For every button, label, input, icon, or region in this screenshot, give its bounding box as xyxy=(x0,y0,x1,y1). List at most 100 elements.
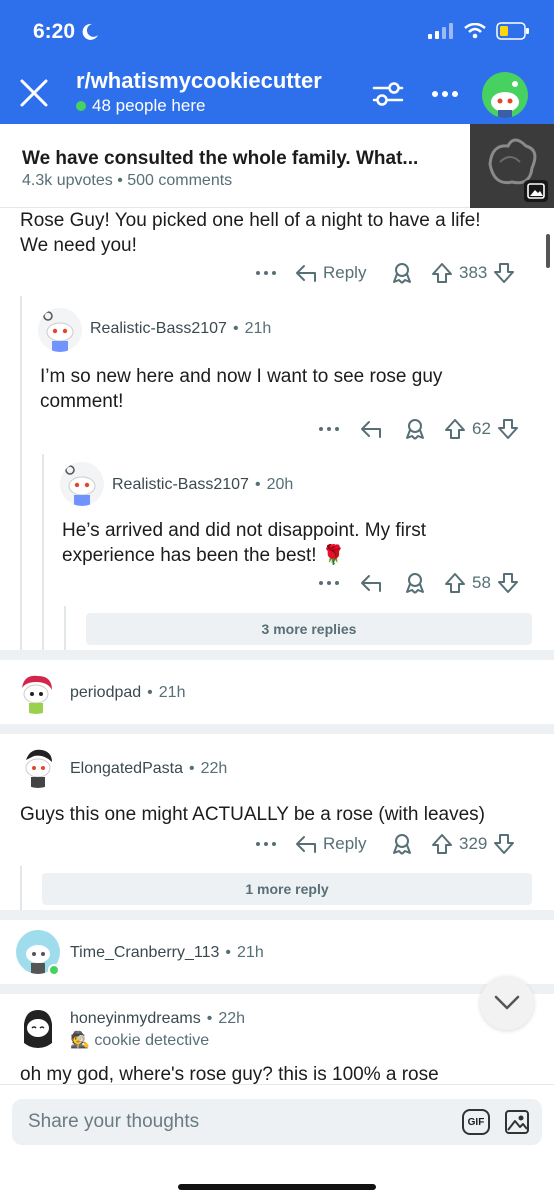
chevron-down-icon xyxy=(494,995,520,1010)
upvote-icon[interactable] xyxy=(431,833,453,855)
user-flair: 🕵️ cookie detective xyxy=(70,1032,210,1049)
upvote-icon[interactable] xyxy=(431,262,453,284)
comment-actions: Reply 329 xyxy=(255,833,515,855)
downvote-icon[interactable] xyxy=(493,262,515,284)
thread-line[interactable] xyxy=(64,606,66,656)
award-button[interactable] xyxy=(391,833,431,855)
upvote-icon[interactable] xyxy=(444,572,466,594)
ellipsis-icon xyxy=(256,842,276,846)
comment-author[interactable]: Realistic-Bass2107 xyxy=(112,476,249,494)
close-icon xyxy=(20,79,48,107)
reply-arrow-icon xyxy=(361,575,381,592)
more-options-button[interactable] xyxy=(427,76,463,112)
status-icons xyxy=(428,22,530,40)
comment-more-button[interactable] xyxy=(255,270,295,276)
comment-author[interactable]: periodpad xyxy=(70,684,141,702)
upvote-count: 4.3k upvotes xyxy=(22,172,113,189)
thread-separator xyxy=(0,910,554,920)
post-title: We have consulted the whole family. What… xyxy=(22,148,419,169)
thread-line[interactable] xyxy=(42,454,44,656)
comment-age: 21h xyxy=(244,320,272,337)
comment-age: 21h xyxy=(158,684,186,701)
comment-body: Guys this one might ACTUALLY be a rose (… xyxy=(20,804,486,825)
image-badge-icon xyxy=(524,180,548,202)
comment-more-button[interactable] xyxy=(255,841,295,847)
comment-actions: 58 xyxy=(318,572,519,594)
comment-more-button[interactable] xyxy=(318,580,360,586)
avatar[interactable] xyxy=(60,462,104,506)
ellipsis-icon xyxy=(432,91,458,97)
post-thumbnail[interactable] xyxy=(470,124,554,208)
comment-more-button[interactable] xyxy=(318,426,360,432)
post-summary[interactable]: We have consulted the whole family. What… xyxy=(0,124,554,208)
vote-controls: 62 xyxy=(444,418,519,440)
award-icon xyxy=(406,419,424,440)
home-indicator[interactable] xyxy=(178,1184,376,1190)
vote-controls: 383 xyxy=(431,262,515,284)
comment-author-row: Realistic-Bass2107 • 20h xyxy=(112,476,294,494)
comment-age: 20h xyxy=(266,476,294,493)
image-icon xyxy=(505,1110,529,1134)
thread-separator xyxy=(0,724,554,734)
user-avatar[interactable] xyxy=(482,72,528,118)
snoo-avatar-icon xyxy=(25,749,52,788)
comment-author[interactable]: honeyinmydreams xyxy=(70,1010,201,1028)
sliders-icon xyxy=(372,82,404,106)
award-icon xyxy=(393,834,411,855)
ellipsis-icon xyxy=(256,271,276,275)
avatar[interactable] xyxy=(16,744,60,788)
avatar[interactable] xyxy=(38,308,82,352)
comment-count: 500 comments xyxy=(127,172,233,189)
downvote-icon[interactable] xyxy=(497,572,519,594)
comment-actions: 62 xyxy=(318,418,519,440)
subreddit-name[interactable]: r/whatismycookiecutter xyxy=(76,68,322,94)
snoo-avatar-icon xyxy=(24,1010,52,1048)
next-comment-button[interactable] xyxy=(480,976,534,1030)
award-button[interactable] xyxy=(404,418,444,440)
close-button[interactable] xyxy=(14,73,54,113)
reply-button[interactable]: Reply xyxy=(295,263,385,283)
battery-icon xyxy=(496,22,529,40)
moon-icon xyxy=(82,23,99,40)
reply-button[interactable] xyxy=(360,573,404,593)
vote-score: 62 xyxy=(472,419,491,438)
avatar[interactable] xyxy=(16,1004,60,1048)
online-status-icon xyxy=(48,964,60,976)
upvote-icon[interactable] xyxy=(444,418,466,440)
comment-author-row: Realistic-Bass2107 • 21h xyxy=(90,320,272,338)
vote-score: 383 xyxy=(459,263,488,282)
reply-button[interactable]: Reply xyxy=(295,834,385,854)
award-button[interactable] xyxy=(404,572,444,594)
more-replies-button[interactable]: 3 more replies xyxy=(86,613,532,645)
vote-controls: 58 xyxy=(444,572,519,594)
more-replies-button[interactable]: 1 more reply xyxy=(42,873,532,905)
image-upload-button[interactable] xyxy=(504,1109,530,1135)
wifi-icon xyxy=(464,23,486,39)
avatar[interactable] xyxy=(14,670,58,714)
comment-author[interactable]: ElongatedPasta xyxy=(70,760,183,778)
comment-author[interactable]: Realistic-Bass2107 xyxy=(90,320,227,338)
downvote-icon[interactable] xyxy=(497,418,519,440)
clock-text: 6:20 xyxy=(33,20,76,43)
comment-actions: Reply 383 xyxy=(255,262,515,284)
downvote-icon[interactable] xyxy=(493,833,515,855)
sort-filter-button[interactable] xyxy=(370,76,406,112)
award-icon xyxy=(393,263,411,284)
thread-line[interactable] xyxy=(20,296,22,656)
signal-icon xyxy=(428,23,453,39)
comment-body: Rose Guy! You picked one hell of a night… xyxy=(20,210,481,256)
snoo-avatar-icon xyxy=(491,81,519,118)
thread-separator xyxy=(0,984,554,994)
comment-author[interactable]: Time_Cranberry_113 xyxy=(70,944,219,962)
comment-author-row: Time_Cranberry_113 • 21h xyxy=(70,944,264,962)
comment-age: 21h xyxy=(237,944,264,961)
reply-arrow-icon xyxy=(296,265,316,282)
thread-line[interactable] xyxy=(20,866,22,910)
ellipsis-icon xyxy=(319,581,339,585)
scrollbar[interactable] xyxy=(546,234,550,268)
gif-button[interactable]: GIF xyxy=(462,1109,490,1135)
reply-button[interactable] xyxy=(360,419,404,439)
award-button[interactable] xyxy=(391,262,431,284)
reply-arrow-icon xyxy=(296,836,316,853)
comment-input[interactable]: Share your thoughts GIF xyxy=(12,1099,542,1145)
